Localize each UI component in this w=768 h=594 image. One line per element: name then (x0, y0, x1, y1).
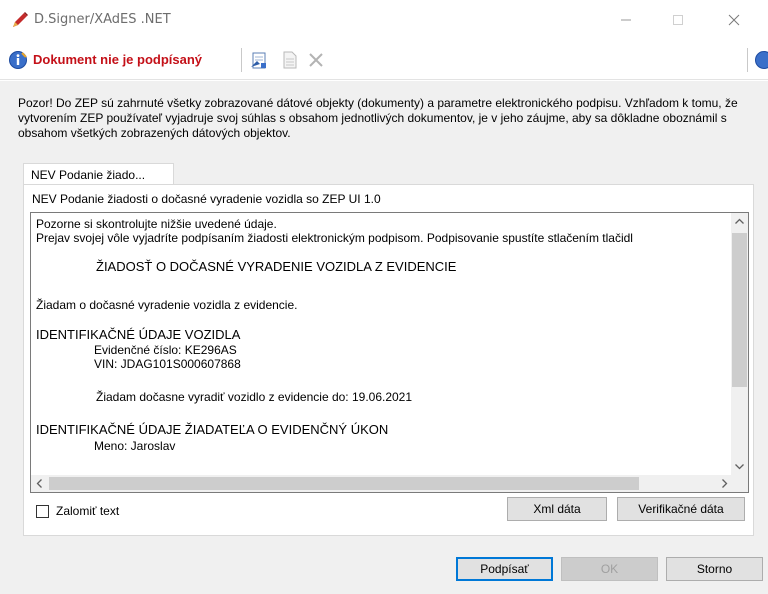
vertical-scroll-thumb[interactable] (732, 233, 747, 387)
wrap-text-label: Zalomiť text (56, 504, 120, 518)
document-content: Pozorne si skontrolujte nižšie uvedené ú… (36, 217, 726, 472)
cancel-button[interactable]: Storno (666, 557, 763, 581)
main-panel: Pozor! Do ZEP sú zahrnuté všetky zobrazo… (0, 81, 768, 594)
warning-text: Pozor! Do ZEP sú zahrnuté všetky zobrazo… (18, 96, 738, 140)
section-heading: IDENTIFIKAČNÉ ÚDAJE ŽIADATEĽA O EVIDENČN… (36, 422, 389, 437)
verification-data-button[interactable]: Verifikačné dáta (617, 497, 745, 521)
ok-button[interactable]: OK (561, 557, 658, 581)
title-bar: D.Signer/XAdES .NET (0, 0, 768, 40)
pen-icon (13, 12, 28, 27)
maximize-button[interactable] (656, 0, 702, 40)
wrap-text-option[interactable]: Zalomiť text (36, 504, 119, 518)
vertical-scrollbar[interactable] (731, 213, 748, 475)
content-line: Žiadam o dočasné vyradenie vozidla z evi… (36, 298, 298, 312)
document-title: NEV Podanie žiadosti o dočasné vyradenie… (32, 192, 381, 206)
info-icon (9, 50, 27, 69)
minimize-button[interactable] (604, 0, 650, 40)
tab-panel: NEV Podanie žiadosti o dočasné vyradenie… (23, 184, 754, 536)
content-line: Pozorne si skontrolujte nižšie uvedené ú… (36, 217, 277, 231)
sign-button[interactable]: Podpísať (456, 557, 553, 581)
toolbar-separator (241, 48, 242, 72)
close-icon (728, 14, 740, 26)
scroll-down-icon[interactable] (731, 458, 748, 475)
section-heading: IDENTIFIKAČNÉ ÚDAJE VOZIDLA (36, 327, 241, 342)
status-label: Dokument nie je podpísaný (33, 52, 203, 67)
signature-status: Dokument nie je podpísaný (4, 47, 208, 72)
window-title: D.Signer/XAdES .NET (34, 12, 171, 27)
tab-document[interactable]: NEV Podanie žiado... (23, 163, 174, 185)
document-icon[interactable] (280, 50, 300, 70)
toolbar-separator (747, 48, 748, 72)
form-heading: ŽIADOSŤ O DOČASNÉ VYRADENIE VOZIDLA Z EV… (96, 259, 457, 274)
minimize-icon (621, 19, 631, 21)
content-line: Žiadam dočasne vyradiť vozidlo z evidenc… (96, 390, 413, 404)
maximize-icon (673, 15, 683, 25)
content-line: Meno: Jaroslav (94, 439, 176, 453)
document-viewer[interactable]: Pozorne si skontrolujte nižšie uvedené ú… (30, 212, 749, 493)
content-line: Evidenčné číslo: KE296AS (94, 343, 237, 357)
scroll-left-icon[interactable] (31, 475, 48, 492)
content-line: Prejav svojej vôle vyjadríte podpísaním … (36, 231, 633, 245)
toolbar: Dokument nie je podpísaný (0, 40, 768, 80)
horizontal-scroll-thumb[interactable] (49, 477, 639, 490)
scroll-up-icon[interactable] (731, 213, 748, 230)
wrap-text-checkbox[interactable] (36, 504, 49, 518)
close-button[interactable] (712, 0, 758, 40)
scroll-corner (731, 475, 748, 492)
delete-icon[interactable] (306, 50, 326, 70)
content-line: VIN: JDAG101S000607868 (94, 357, 241, 371)
horizontal-scrollbar[interactable] (31, 475, 733, 492)
sign-document-icon[interactable] (249, 50, 269, 70)
help-icon[interactable] (754, 50, 768, 70)
xml-data-button[interactable]: Xml dáta (507, 497, 607, 521)
